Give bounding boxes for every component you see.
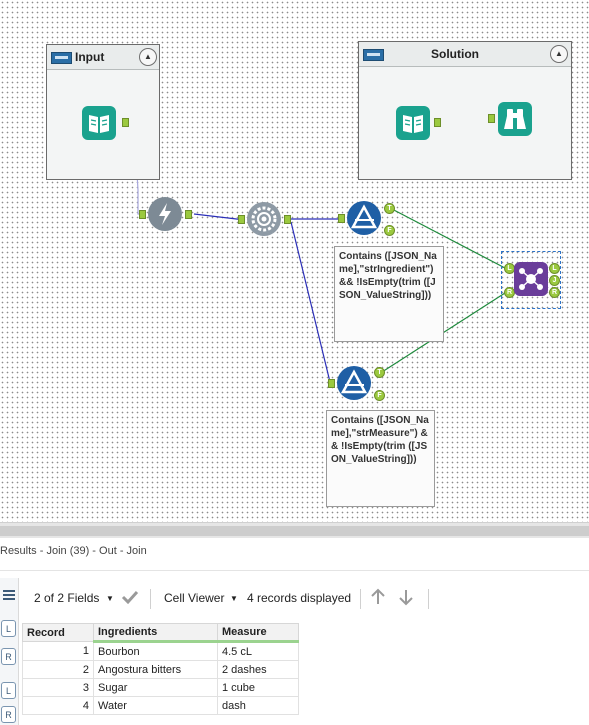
- record-cell[interactable]: 4: [22, 696, 94, 715]
- join-inner-output-anchor[interactable]: J: [549, 275, 560, 286]
- cell-viewer-selector[interactable]: Cell Viewer: [164, 591, 224, 605]
- measure-cell[interactable]: 2 dashes: [217, 660, 299, 679]
- filter-tool-2[interactable]: [337, 366, 371, 400]
- true-anchor[interactable]: T: [384, 203, 395, 214]
- join-circles-icon: [519, 268, 543, 290]
- arrow-up-icon[interactable]: [370, 588, 386, 609]
- chevron-down-icon[interactable]: ▼: [230, 594, 238, 603]
- binoculars-icon: [504, 109, 526, 129]
- workflow-canvas[interactable]: Input ▲ Solution ▲ T F T F L R L J R Con…: [0, 0, 589, 522]
- side-anchor-r-button[interactable]: R: [1, 648, 16, 665]
- false-anchor[interactable]: F: [374, 390, 385, 401]
- measure-cell[interactable]: 4.5 cL: [217, 641, 299, 661]
- table-row[interactable]: 3 Sugar 1 cube: [22, 678, 299, 697]
- input-container-title: Input: [75, 50, 105, 64]
- true-anchor[interactable]: T: [374, 367, 385, 378]
- book-icon: [89, 115, 109, 133]
- toolbar-separator: [150, 589, 151, 609]
- solution-container-header[interactable]: Solution ▲: [359, 42, 571, 67]
- wire-transform-to-filter2: [290, 221, 331, 383]
- results-side-strip: L R L R: [0, 578, 19, 725]
- join-tool[interactable]: [514, 262, 548, 296]
- results-toolbar: 2 of 2 Fields ▼ Cell Viewer ▼ 4 records …: [20, 584, 589, 614]
- record-cell[interactable]: 1: [22, 641, 94, 661]
- input-data-tool[interactable]: [82, 106, 116, 140]
- column-header-record[interactable]: Record: [22, 623, 94, 642]
- container-icon: [51, 52, 72, 64]
- input-anchor[interactable]: [238, 215, 245, 224]
- input-container-header[interactable]: Input ▲: [47, 45, 159, 70]
- arrow-down-icon[interactable]: [398, 588, 414, 609]
- gear-icon: [251, 206, 277, 232]
- transform-tool[interactable]: [247, 202, 281, 236]
- record-cell[interactable]: 2: [22, 660, 94, 679]
- input-anchor[interactable]: [338, 214, 345, 223]
- results-title-bar: Results - Join (39) - Out - Join: [0, 538, 589, 571]
- ingredients-cell[interactable]: Sugar: [93, 678, 218, 697]
- chevron-up-icon[interactable]: ▲: [550, 45, 568, 63]
- record-cell[interactable]: 3: [22, 678, 94, 697]
- book-icon: [403, 115, 423, 133]
- output-anchor[interactable]: [284, 215, 291, 224]
- results-panel: Results - Join (39) - Out - Join L R L R…: [0, 538, 589, 725]
- list-view-icon[interactable]: [2, 588, 16, 602]
- output-anchor[interactable]: [185, 210, 192, 219]
- solution-container-title: Solution: [431, 47, 479, 61]
- filter2-annotation[interactable]: Contains ([JSON_Name],"strMeasure") && !…: [326, 410, 435, 507]
- toolbar-separator: [360, 589, 361, 609]
- false-anchor[interactable]: F: [384, 225, 395, 236]
- column-header-measure[interactable]: Measure: [217, 623, 299, 643]
- filter-tool-1[interactable]: [347, 201, 381, 235]
- table-row[interactable]: 1 Bourbon 4.5 cL: [22, 641, 299, 661]
- ingredients-cell[interactable]: Bourbon: [93, 641, 218, 661]
- grid-header-row: Record Ingredients Measure: [22, 623, 299, 643]
- toolbar-separator: [428, 589, 429, 609]
- fields-selector[interactable]: 2 of 2 Fields: [34, 591, 99, 605]
- solution-input-tool[interactable]: [396, 106, 430, 140]
- chevron-down-icon[interactable]: ▼: [106, 594, 114, 603]
- container-icon: [363, 49, 384, 61]
- measure-cell[interactable]: 1 cube: [217, 678, 299, 697]
- ingredients-cell[interactable]: Angostura bitters: [93, 660, 218, 679]
- side-anchor-l2-button[interactable]: L: [1, 682, 16, 699]
- filter-triangle-icon: [350, 204, 378, 229]
- side-anchor-l-button[interactable]: L: [1, 620, 16, 637]
- filter-triangle-icon: [340, 369, 368, 394]
- table-row[interactable]: 2 Angostura bitters 2 dashes: [22, 660, 299, 679]
- column-header-ingredients[interactable]: Ingredients: [93, 623, 218, 643]
- results-title: Results - Join (39) - Out - Join: [0, 545, 147, 557]
- records-displayed: 4 records displayed: [247, 591, 352, 605]
- join-right-output-anchor[interactable]: R: [549, 287, 560, 298]
- checkmark-icon[interactable]: [120, 587, 140, 610]
- measure-cell[interactable]: dash: [217, 696, 299, 715]
- table-row[interactable]: 4 Water dash: [22, 696, 299, 715]
- lightning-icon: [159, 203, 171, 225]
- solution-container[interactable]: Solution ▲: [358, 41, 572, 180]
- input-anchor[interactable]: [488, 114, 495, 123]
- side-anchor-r2-button[interactable]: R: [1, 706, 16, 723]
- json-parse-tool[interactable]: [148, 197, 182, 231]
- output-anchor[interactable]: [122, 118, 129, 127]
- join-left-output-anchor[interactable]: L: [549, 263, 560, 274]
- input-anchor[interactable]: [139, 210, 146, 219]
- input-anchor[interactable]: [328, 379, 335, 388]
- ingredients-cell[interactable]: Water: [93, 696, 218, 715]
- filter1-annotation[interactable]: Contains ([JSON_Name],"strIngredient") &…: [334, 246, 444, 342]
- browse-tool[interactable]: [498, 102, 532, 136]
- results-grid: Record Ingredients Measure 1 Bourbon 4.5…: [22, 623, 299, 715]
- output-anchor[interactable]: [434, 118, 441, 127]
- chevron-up-icon[interactable]: ▲: [139, 48, 157, 66]
